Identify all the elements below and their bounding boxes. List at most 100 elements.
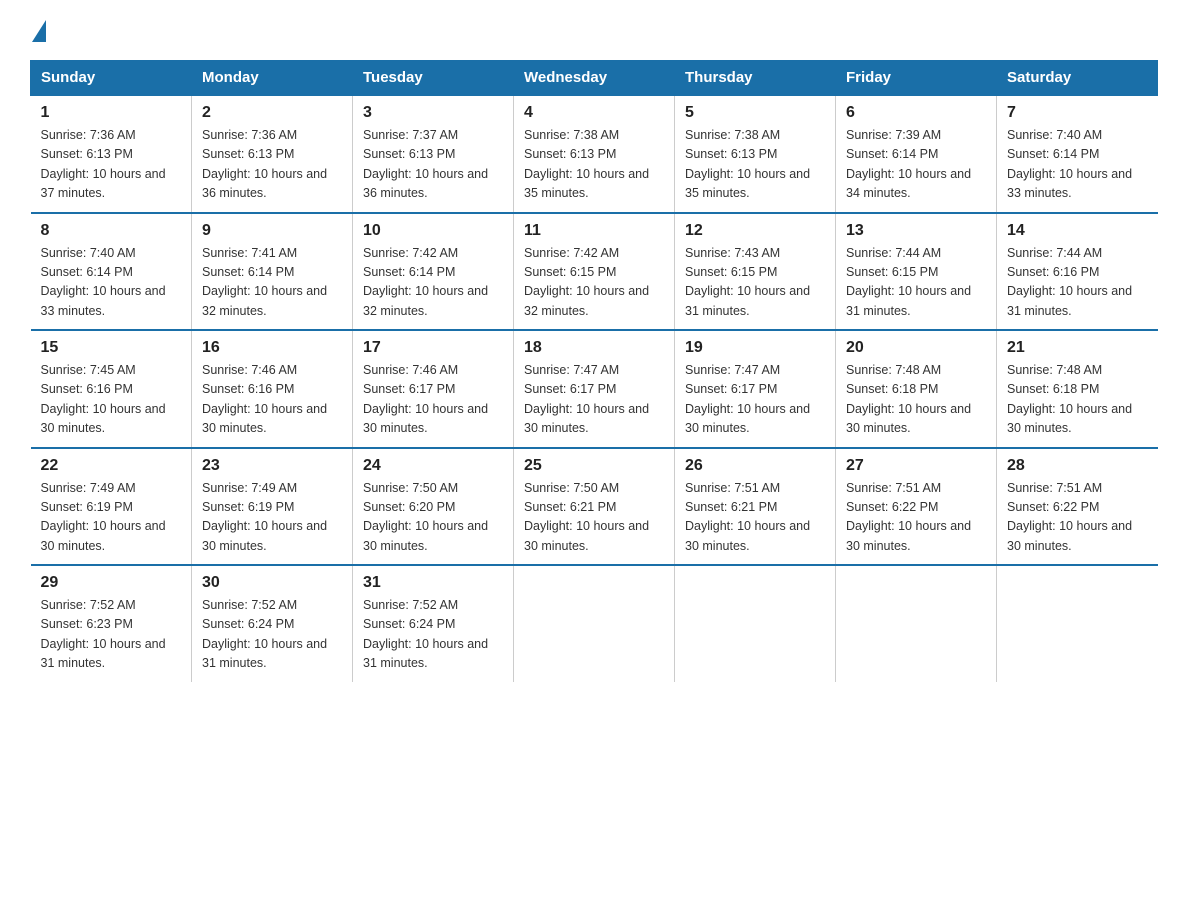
calendar-day-cell: 1 Sunrise: 7:36 AM Sunset: 6:13 PM Dayli… bbox=[31, 95, 192, 213]
day-number: 16 bbox=[202, 339, 342, 357]
logo-triangle-icon bbox=[32, 20, 46, 42]
day-info: Sunrise: 7:42 AM Sunset: 6:14 PM Dayligh… bbox=[363, 244, 503, 322]
day-info: Sunrise: 7:40 AM Sunset: 6:14 PM Dayligh… bbox=[41, 244, 182, 322]
day-number: 30 bbox=[202, 574, 342, 592]
day-info: Sunrise: 7:50 AM Sunset: 6:20 PM Dayligh… bbox=[363, 479, 503, 557]
calendar-day-cell bbox=[675, 565, 836, 682]
calendar-day-cell: 27 Sunrise: 7:51 AM Sunset: 6:22 PM Dayl… bbox=[836, 448, 997, 566]
calendar-day-cell bbox=[997, 565, 1158, 682]
day-info: Sunrise: 7:41 AM Sunset: 6:14 PM Dayligh… bbox=[202, 244, 342, 322]
day-info: Sunrise: 7:44 AM Sunset: 6:15 PM Dayligh… bbox=[846, 244, 986, 322]
calendar-day-cell: 28 Sunrise: 7:51 AM Sunset: 6:22 PM Dayl… bbox=[997, 448, 1158, 566]
day-info: Sunrise: 7:36 AM Sunset: 6:13 PM Dayligh… bbox=[41, 126, 182, 204]
calendar-day-cell: 17 Sunrise: 7:46 AM Sunset: 6:17 PM Dayl… bbox=[353, 330, 514, 448]
day-of-week-header: Sunday bbox=[31, 61, 192, 96]
day-info: Sunrise: 7:47 AM Sunset: 6:17 PM Dayligh… bbox=[685, 361, 825, 439]
day-of-week-header: Saturday bbox=[997, 61, 1158, 96]
calendar-day-cell: 11 Sunrise: 7:42 AM Sunset: 6:15 PM Dayl… bbox=[514, 213, 675, 331]
day-number: 13 bbox=[846, 222, 986, 240]
day-number: 4 bbox=[524, 104, 664, 122]
page-header bbox=[30, 20, 1158, 40]
calendar-day-cell: 3 Sunrise: 7:37 AM Sunset: 6:13 PM Dayli… bbox=[353, 95, 514, 213]
day-info: Sunrise: 7:48 AM Sunset: 6:18 PM Dayligh… bbox=[1007, 361, 1148, 439]
logo-text-area bbox=[30, 20, 46, 40]
day-number: 8 bbox=[41, 222, 182, 240]
day-number: 24 bbox=[363, 457, 503, 475]
day-number: 19 bbox=[685, 339, 825, 357]
calendar-day-cell: 8 Sunrise: 7:40 AM Sunset: 6:14 PM Dayli… bbox=[31, 213, 192, 331]
day-info: Sunrise: 7:47 AM Sunset: 6:17 PM Dayligh… bbox=[524, 361, 664, 439]
day-number: 12 bbox=[685, 222, 825, 240]
day-of-week-header: Wednesday bbox=[514, 61, 675, 96]
calendar-week-row: 29 Sunrise: 7:52 AM Sunset: 6:23 PM Dayl… bbox=[31, 565, 1158, 682]
day-info: Sunrise: 7:39 AM Sunset: 6:14 PM Dayligh… bbox=[846, 126, 986, 204]
day-info: Sunrise: 7:38 AM Sunset: 6:13 PM Dayligh… bbox=[685, 126, 825, 204]
calendar-day-cell: 22 Sunrise: 7:49 AM Sunset: 6:19 PM Dayl… bbox=[31, 448, 192, 566]
day-number: 20 bbox=[846, 339, 986, 357]
day-info: Sunrise: 7:51 AM Sunset: 6:22 PM Dayligh… bbox=[1007, 479, 1148, 557]
day-number: 17 bbox=[363, 339, 503, 357]
day-number: 28 bbox=[1007, 457, 1148, 475]
day-info: Sunrise: 7:46 AM Sunset: 6:16 PM Dayligh… bbox=[202, 361, 342, 439]
day-number: 5 bbox=[685, 104, 825, 122]
calendar-day-cell: 25 Sunrise: 7:50 AM Sunset: 6:21 PM Dayl… bbox=[514, 448, 675, 566]
calendar-week-row: 8 Sunrise: 7:40 AM Sunset: 6:14 PM Dayli… bbox=[31, 213, 1158, 331]
day-of-week-header: Monday bbox=[192, 61, 353, 96]
day-number: 31 bbox=[363, 574, 503, 592]
calendar-day-cell: 5 Sunrise: 7:38 AM Sunset: 6:13 PM Dayli… bbox=[675, 95, 836, 213]
day-number: 3 bbox=[363, 104, 503, 122]
calendar-header: SundayMondayTuesdayWednesdayThursdayFrid… bbox=[31, 61, 1158, 96]
calendar-day-cell: 4 Sunrise: 7:38 AM Sunset: 6:13 PM Dayli… bbox=[514, 95, 675, 213]
days-of-week-row: SundayMondayTuesdayWednesdayThursdayFrid… bbox=[31, 61, 1158, 96]
day-number: 2 bbox=[202, 104, 342, 122]
logo bbox=[30, 20, 46, 40]
day-number: 23 bbox=[202, 457, 342, 475]
calendar-week-row: 1 Sunrise: 7:36 AM Sunset: 6:13 PM Dayli… bbox=[31, 95, 1158, 213]
calendar-body: 1 Sunrise: 7:36 AM Sunset: 6:13 PM Dayli… bbox=[31, 95, 1158, 682]
day-of-week-header: Tuesday bbox=[353, 61, 514, 96]
day-info: Sunrise: 7:52 AM Sunset: 6:24 PM Dayligh… bbox=[202, 596, 342, 674]
day-number: 14 bbox=[1007, 222, 1148, 240]
day-info: Sunrise: 7:37 AM Sunset: 6:13 PM Dayligh… bbox=[363, 126, 503, 204]
day-info: Sunrise: 7:43 AM Sunset: 6:15 PM Dayligh… bbox=[685, 244, 825, 322]
calendar-day-cell: 6 Sunrise: 7:39 AM Sunset: 6:14 PM Dayli… bbox=[836, 95, 997, 213]
day-number: 26 bbox=[685, 457, 825, 475]
day-info: Sunrise: 7:49 AM Sunset: 6:19 PM Dayligh… bbox=[202, 479, 342, 557]
day-number: 18 bbox=[524, 339, 664, 357]
calendar-day-cell: 21 Sunrise: 7:48 AM Sunset: 6:18 PM Dayl… bbox=[997, 330, 1158, 448]
day-info: Sunrise: 7:51 AM Sunset: 6:21 PM Dayligh… bbox=[685, 479, 825, 557]
calendar-day-cell bbox=[514, 565, 675, 682]
day-info: Sunrise: 7:36 AM Sunset: 6:13 PM Dayligh… bbox=[202, 126, 342, 204]
calendar-day-cell: 2 Sunrise: 7:36 AM Sunset: 6:13 PM Dayli… bbox=[192, 95, 353, 213]
day-info: Sunrise: 7:46 AM Sunset: 6:17 PM Dayligh… bbox=[363, 361, 503, 439]
day-info: Sunrise: 7:49 AM Sunset: 6:19 PM Dayligh… bbox=[41, 479, 182, 557]
day-number: 29 bbox=[41, 574, 182, 592]
day-info: Sunrise: 7:48 AM Sunset: 6:18 PM Dayligh… bbox=[846, 361, 986, 439]
calendar-day-cell: 19 Sunrise: 7:47 AM Sunset: 6:17 PM Dayl… bbox=[675, 330, 836, 448]
calendar-day-cell: 30 Sunrise: 7:52 AM Sunset: 6:24 PM Dayl… bbox=[192, 565, 353, 682]
day-number: 7 bbox=[1007, 104, 1148, 122]
day-number: 21 bbox=[1007, 339, 1148, 357]
calendar-day-cell: 10 Sunrise: 7:42 AM Sunset: 6:14 PM Dayl… bbox=[353, 213, 514, 331]
calendar-day-cell: 26 Sunrise: 7:51 AM Sunset: 6:21 PM Dayl… bbox=[675, 448, 836, 566]
calendar-table: SundayMondayTuesdayWednesdayThursdayFrid… bbox=[30, 60, 1158, 682]
day-info: Sunrise: 7:42 AM Sunset: 6:15 PM Dayligh… bbox=[524, 244, 664, 322]
day-of-week-header: Friday bbox=[836, 61, 997, 96]
calendar-day-cell: 9 Sunrise: 7:41 AM Sunset: 6:14 PM Dayli… bbox=[192, 213, 353, 331]
day-number: 25 bbox=[524, 457, 664, 475]
day-info: Sunrise: 7:52 AM Sunset: 6:24 PM Dayligh… bbox=[363, 596, 503, 674]
day-info: Sunrise: 7:51 AM Sunset: 6:22 PM Dayligh… bbox=[846, 479, 986, 557]
calendar-day-cell: 12 Sunrise: 7:43 AM Sunset: 6:15 PM Dayl… bbox=[675, 213, 836, 331]
day-info: Sunrise: 7:50 AM Sunset: 6:21 PM Dayligh… bbox=[524, 479, 664, 557]
calendar-day-cell: 31 Sunrise: 7:52 AM Sunset: 6:24 PM Dayl… bbox=[353, 565, 514, 682]
calendar-day-cell: 16 Sunrise: 7:46 AM Sunset: 6:16 PM Dayl… bbox=[192, 330, 353, 448]
day-info: Sunrise: 7:45 AM Sunset: 6:16 PM Dayligh… bbox=[41, 361, 182, 439]
day-number: 10 bbox=[363, 222, 503, 240]
calendar-week-row: 22 Sunrise: 7:49 AM Sunset: 6:19 PM Dayl… bbox=[31, 448, 1158, 566]
day-number: 1 bbox=[41, 104, 182, 122]
calendar-day-cell: 23 Sunrise: 7:49 AM Sunset: 6:19 PM Dayl… bbox=[192, 448, 353, 566]
day-info: Sunrise: 7:52 AM Sunset: 6:23 PM Dayligh… bbox=[41, 596, 182, 674]
calendar-day-cell: 24 Sunrise: 7:50 AM Sunset: 6:20 PM Dayl… bbox=[353, 448, 514, 566]
calendar-day-cell: 29 Sunrise: 7:52 AM Sunset: 6:23 PM Dayl… bbox=[31, 565, 192, 682]
calendar-day-cell: 13 Sunrise: 7:44 AM Sunset: 6:15 PM Dayl… bbox=[836, 213, 997, 331]
